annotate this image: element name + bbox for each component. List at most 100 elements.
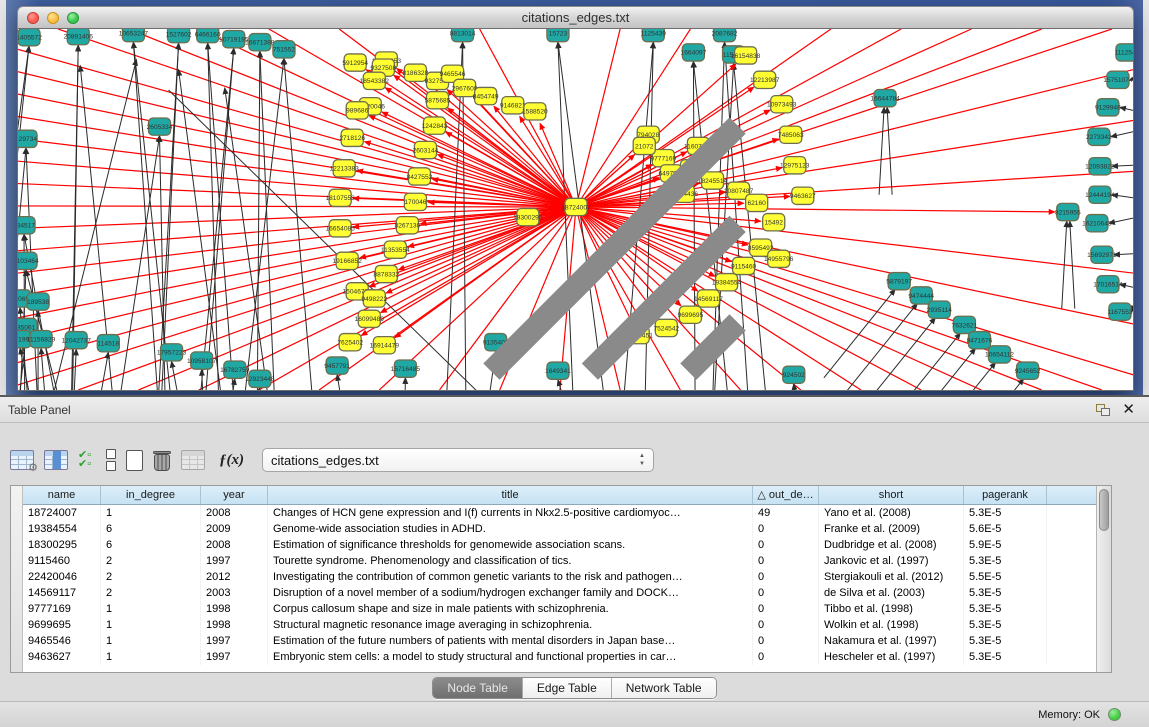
- table-cell[interactable]: 5.5E-5: [964, 569, 1047, 585]
- table-cell[interactable]: Wolkin et al. (1998): [819, 617, 964, 633]
- table-cell[interactable]: 0: [753, 633, 819, 649]
- table-row[interactable]: 977716911998Corpus callosum shape and si…: [23, 601, 1096, 617]
- table-cell[interactable]: 0: [753, 585, 819, 601]
- table-cell[interactable]: 1997: [201, 633, 268, 649]
- float-window-icon[interactable]: [1096, 404, 1110, 416]
- table-cell[interactable]: 1: [101, 505, 201, 521]
- table-cell[interactable]: 0: [753, 649, 819, 665]
- table-cell[interactable]: 22420046: [23, 569, 101, 585]
- table-cell[interactable]: Stergiakouli et al. (2012): [819, 569, 964, 585]
- close-panel-icon[interactable]: ✕: [1122, 402, 1135, 417]
- table-cell[interactable]: Disruption of a novel member of a sodium…: [268, 585, 753, 601]
- table-cell[interactable]: 2: [101, 585, 201, 601]
- table-cell[interactable]: 18300295: [23, 537, 101, 553]
- delete-table-icon[interactable]: [181, 450, 205, 470]
- table-cell[interactable]: 9699695: [23, 617, 101, 633]
- table-cell[interactable]: 0: [753, 617, 819, 633]
- network-window[interactable]: citations_edges.txt 14055722089140610653…: [17, 6, 1134, 391]
- column-header[interactable]: name: [23, 486, 101, 504]
- resize-grip-icon[interactable]: [17, 29, 1131, 388]
- trash-icon[interactable]: [153, 450, 171, 471]
- table-row[interactable]: 946362711997Embryonic stem cells: a mode…: [23, 649, 1096, 665]
- column-header[interactable]: pagerank: [964, 486, 1047, 504]
- table-row[interactable]: 1830029562008Estimation of significance …: [23, 537, 1096, 553]
- table-cell[interactable]: Nakamura et al. (1997): [819, 633, 964, 649]
- table-cell[interactable]: Tourette syndrome. Phenomenology and cla…: [268, 553, 753, 569]
- table-cell[interactable]: Estimation of the future numbers of pati…: [268, 633, 753, 649]
- table-cell[interactable]: 6: [101, 537, 201, 553]
- table-cell[interactable]: 1: [101, 633, 201, 649]
- table-cell[interactable]: Estimation of significance thresholds fo…: [268, 537, 753, 553]
- table-cell[interactable]: 5.3E-5: [964, 617, 1047, 633]
- new-document-icon[interactable]: [126, 450, 143, 471]
- table-cell[interactable]: 9777169: [23, 601, 101, 617]
- table-cell[interactable]: 1: [101, 649, 201, 665]
- table-cell[interactable]: 1997: [201, 649, 268, 665]
- table-row[interactable]: 946554611997Estimation of the future num…: [23, 633, 1096, 649]
- table-cell[interactable]: Dudbridge et al. (2008): [819, 537, 964, 553]
- table-cell[interactable]: 2: [101, 553, 201, 569]
- table-cell[interactable]: 0: [753, 569, 819, 585]
- column-header[interactable]: title: [268, 486, 753, 504]
- table-cell[interactable]: 0: [753, 521, 819, 537]
- table-cell[interactable]: 1997: [201, 553, 268, 569]
- table-cell[interactable]: Embryonic stem cells: a model to study s…: [268, 649, 753, 665]
- table-cell[interactable]: 2: [101, 569, 201, 585]
- table-cell[interactable]: 49: [753, 505, 819, 521]
- table-cell[interactable]: de Silva et al. (2003): [819, 585, 964, 601]
- table-cell[interactable]: 1: [101, 601, 201, 617]
- table-cell[interactable]: Genome-wide association studies in ADHD.: [268, 521, 753, 537]
- table-cell[interactable]: 2008: [201, 505, 268, 521]
- table-cell[interactable]: 0: [753, 601, 819, 617]
- tab-network-table[interactable]: Network Table: [612, 678, 716, 698]
- column-header[interactable]: year: [201, 486, 268, 504]
- table-cell[interactable]: Structural magnetic resonance image aver…: [268, 617, 753, 633]
- table-cell[interactable]: 5.3E-5: [964, 633, 1047, 649]
- table-cell[interactable]: 9465546: [23, 633, 101, 649]
- row-height-icon[interactable]: [106, 449, 116, 471]
- table-row[interactable]: 1938455462009Genome-wide association stu…: [23, 521, 1096, 537]
- table-cell[interactable]: 5.3E-5: [964, 505, 1047, 521]
- table-cell[interactable]: Hescheler et al. (1997): [819, 649, 964, 665]
- window-titlebar[interactable]: citations_edges.txt: [17, 6, 1134, 29]
- table-cell[interactable]: 0: [753, 553, 819, 569]
- table-cell[interactable]: 1998: [201, 617, 268, 633]
- column-header[interactable]: short: [819, 486, 964, 504]
- table-cell[interactable]: 5.3E-5: [964, 585, 1047, 601]
- table-select-dropdown[interactable]: citations_edges.txt ▲▼: [262, 448, 654, 472]
- table-row[interactable]: 911546021997Tourette syndrome. Phenomeno…: [23, 553, 1096, 569]
- table-cell[interactable]: 5.3E-5: [964, 553, 1047, 569]
- table-cell[interactable]: 18724007: [23, 505, 101, 521]
- table-cell[interactable]: Tibbo et al. (1998): [819, 601, 964, 617]
- table-cell[interactable]: 14569117: [23, 585, 101, 601]
- tab-node-table[interactable]: Node Table: [433, 678, 523, 698]
- column-header[interactable]: in_degree: [101, 486, 201, 504]
- network-canvas[interactable]: 1405572208914061065324715276026466160107…: [17, 29, 1134, 391]
- function-builder-icon[interactable]: ƒ(x): [219, 452, 244, 469]
- table-settings-icon[interactable]: ⚙: [10, 450, 34, 470]
- table-cell[interactable]: 9463627: [23, 649, 101, 665]
- table-cell[interactable]: Yano et al. (2008): [819, 505, 964, 521]
- table-cell[interactable]: Jankovic et al. (1997): [819, 553, 964, 569]
- table-cell[interactable]: Corpus callosum shape and size in male p…: [268, 601, 753, 617]
- table-panel-header[interactable]: Table Panel ✕: [0, 397, 1149, 423]
- table-cell[interactable]: 0: [753, 537, 819, 553]
- table-cell[interactable]: 2012: [201, 569, 268, 585]
- table-cell[interactable]: Changes of HCN gene expression and I(f) …: [268, 505, 753, 521]
- table-cell[interactable]: 2008: [201, 537, 268, 553]
- table-row[interactable]: 969969511998Structural magnetic resonanc…: [23, 617, 1096, 633]
- table-cell[interactable]: 2003: [201, 585, 268, 601]
- column-header[interactable]: △ out_de…: [753, 486, 819, 504]
- table-cell[interactable]: 5.9E-5: [964, 537, 1047, 553]
- table-cell[interactable]: 19384554: [23, 521, 101, 537]
- table-cell[interactable]: 5.3E-5: [964, 601, 1047, 617]
- table-cell[interactable]: 5.3E-5: [964, 649, 1047, 665]
- scrollbar-thumb[interactable]: [1099, 489, 1109, 531]
- table-row[interactable]: 1872400712008Changes of HCN gene express…: [23, 505, 1096, 521]
- table-row[interactable]: 2242004622012Investigating the contribut…: [23, 569, 1096, 585]
- select-column-icon[interactable]: [44, 450, 68, 470]
- table-cell[interactable]: 5.6E-5: [964, 521, 1047, 537]
- table-cell[interactable]: Investigating the contribution of common…: [268, 569, 753, 585]
- tab-edge-table[interactable]: Edge Table: [523, 678, 612, 698]
- table-cell[interactable]: Franke et al. (2009): [819, 521, 964, 537]
